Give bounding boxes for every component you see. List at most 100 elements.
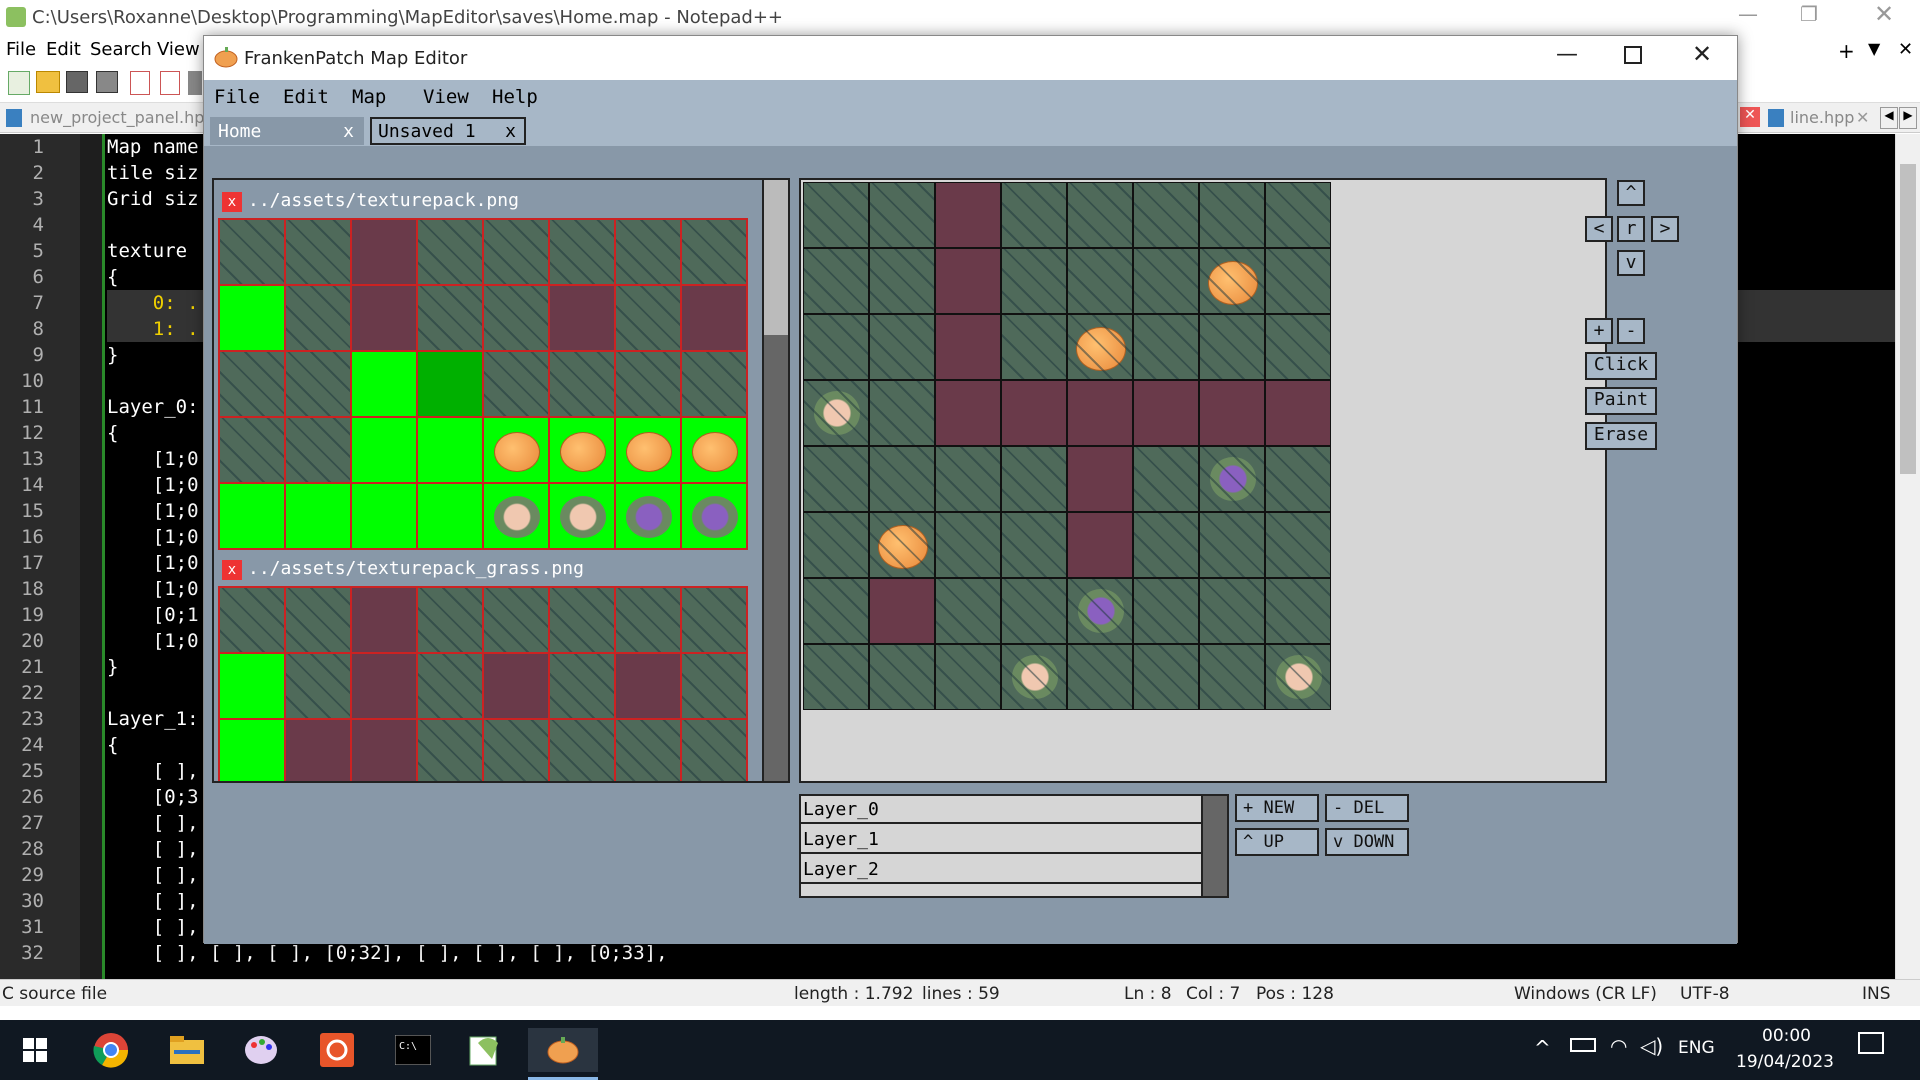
map-tile[interactable] xyxy=(803,314,869,380)
map-tile[interactable] xyxy=(1067,314,1133,380)
map-tile[interactable] xyxy=(935,248,1001,314)
map-tile[interactable] xyxy=(1067,578,1133,644)
map-tile[interactable] xyxy=(869,644,935,710)
npp-vertical-scrollbar[interactable] xyxy=(1895,134,1920,979)
map-tile[interactable] xyxy=(869,578,935,644)
remove-texture-button[interactable]: x xyxy=(222,192,242,212)
menu-view[interactable]: View xyxy=(423,86,469,108)
reset-view-button[interactable]: r xyxy=(1617,216,1645,242)
texture-tile[interactable] xyxy=(219,587,285,653)
texture-tile[interactable] xyxy=(615,719,681,781)
chrome-icon[interactable] xyxy=(82,1028,140,1072)
new-file-icon[interactable] xyxy=(8,71,30,95)
texture-tile[interactable] xyxy=(483,351,549,417)
map-tile[interactable] xyxy=(1133,380,1199,446)
map-tile[interactable] xyxy=(1133,512,1199,578)
texture-scrollbar[interactable] xyxy=(762,180,788,781)
texture-tile[interactable] xyxy=(483,483,549,549)
minimize-icon[interactable]: — xyxy=(1556,42,1578,67)
texture-tile-grid[interactable] xyxy=(218,586,748,781)
texture-tile[interactable] xyxy=(681,351,747,417)
close-tab-icon[interactable]: ✕ xyxy=(1740,107,1760,127)
map-tile[interactable] xyxy=(1265,314,1331,380)
texture-tile[interactable] xyxy=(285,285,351,351)
map-tile[interactable] xyxy=(803,182,869,248)
layer-item[interactable]: Layer_2 xyxy=(801,856,1201,884)
texture-tile[interactable] xyxy=(615,351,681,417)
remove-texture-button[interactable]: x xyxy=(222,560,242,580)
close-icon[interactable]: ✕ xyxy=(1874,0,1894,28)
scroll-right-icon[interactable]: ▶ xyxy=(1899,107,1917,129)
map-tile[interactable] xyxy=(803,380,869,446)
scroll-left-icon[interactable]: ◀ xyxy=(1880,107,1898,129)
menu-help[interactable]: Help xyxy=(492,86,538,108)
map-tile[interactable] xyxy=(1199,512,1265,578)
texture-tile[interactable] xyxy=(681,483,747,549)
move-layer-up-button[interactable]: ^ UP xyxy=(1235,828,1319,856)
texture-tile[interactable] xyxy=(351,285,417,351)
print-icon[interactable] xyxy=(188,71,202,95)
map-canvas[interactable] xyxy=(799,178,1607,783)
plus-icon[interactable]: + xyxy=(1838,39,1855,63)
map-tile[interactable] xyxy=(1199,248,1265,314)
pan-down-button[interactable]: v xyxy=(1617,250,1645,276)
npp-tab-left[interactable]: new_project_panel.hpp xyxy=(30,108,215,127)
map-tile[interactable] xyxy=(1265,380,1331,446)
texture-tile[interactable] xyxy=(615,219,681,285)
map-tile[interactable] xyxy=(935,314,1001,380)
move-layer-down-button[interactable]: v DOWN xyxy=(1325,828,1409,856)
map-tile[interactable] xyxy=(1133,182,1199,248)
texture-tile[interactable] xyxy=(351,351,417,417)
map-tile[interactable] xyxy=(1133,446,1199,512)
paint-icon[interactable] xyxy=(232,1028,290,1072)
layer-scrollbar[interactable] xyxy=(1201,796,1227,896)
windows-start-icon[interactable] xyxy=(6,1028,64,1072)
texture-tile[interactable] xyxy=(615,285,681,351)
texture-tile[interactable] xyxy=(219,483,285,549)
tab-close-icon[interactable]: x xyxy=(343,121,354,142)
map-tile[interactable] xyxy=(869,380,935,446)
npp-tab-right[interactable]: line.hpp xyxy=(1790,108,1854,127)
layer-list[interactable]: Layer_0 Layer_1 Layer_2 xyxy=(799,794,1229,898)
map-tile[interactable] xyxy=(1199,446,1265,512)
open-folder-icon[interactable] xyxy=(36,71,60,93)
texture-tile[interactable] xyxy=(483,417,549,483)
npp-menu-file[interactable]: File xyxy=(6,39,36,60)
texture-tile[interactable] xyxy=(549,219,615,285)
texture-tile[interactable] xyxy=(285,587,351,653)
texture-tile[interactable] xyxy=(219,285,285,351)
texture-tile[interactable] xyxy=(351,483,417,549)
map-tile[interactable] xyxy=(1199,380,1265,446)
texture-tile[interactable] xyxy=(351,653,417,719)
new-layer-button[interactable]: + NEW xyxy=(1235,794,1319,822)
map-tile[interactable] xyxy=(1265,248,1331,314)
map-tile[interactable] xyxy=(935,644,1001,710)
map-tile[interactable] xyxy=(1067,182,1133,248)
texture-tile[interactable] xyxy=(219,219,285,285)
tab-home[interactable]: Home x xyxy=(210,117,364,145)
texture-tile[interactable] xyxy=(219,351,285,417)
frankenpatch-taskbar-icon[interactable] xyxy=(528,1028,598,1072)
texture-tile[interactable] xyxy=(417,719,483,781)
map-tile[interactable] xyxy=(1133,248,1199,314)
map-tile[interactable] xyxy=(803,644,869,710)
click-tool-button[interactable]: Click xyxy=(1585,352,1657,380)
volume-icon[interactable]: ◁) xyxy=(1640,1034,1663,1058)
texture-tile[interactable] xyxy=(681,587,747,653)
map-tile[interactable] xyxy=(1133,644,1199,710)
close-doc-icon[interactable]: ✕ xyxy=(1898,39,1913,60)
dropdown-icon[interactable]: ▼ xyxy=(1868,39,1880,58)
texture-tile[interactable] xyxy=(549,653,615,719)
map-tile[interactable] xyxy=(1265,512,1331,578)
texture-tile[interactable] xyxy=(351,417,417,483)
scroll-thumb[interactable] xyxy=(1900,164,1916,474)
menu-file[interactable]: File xyxy=(214,86,260,108)
texture-tile-grid[interactable] xyxy=(218,218,748,550)
tab-close-icon[interactable]: x xyxy=(505,121,516,142)
texture-tile[interactable] xyxy=(615,417,681,483)
map-tile[interactable] xyxy=(1265,644,1331,710)
map-tile[interactable] xyxy=(1001,578,1067,644)
layer-item[interactable]: Layer_0 xyxy=(801,796,1201,824)
map-tile[interactable] xyxy=(1001,314,1067,380)
map-tile[interactable] xyxy=(935,446,1001,512)
